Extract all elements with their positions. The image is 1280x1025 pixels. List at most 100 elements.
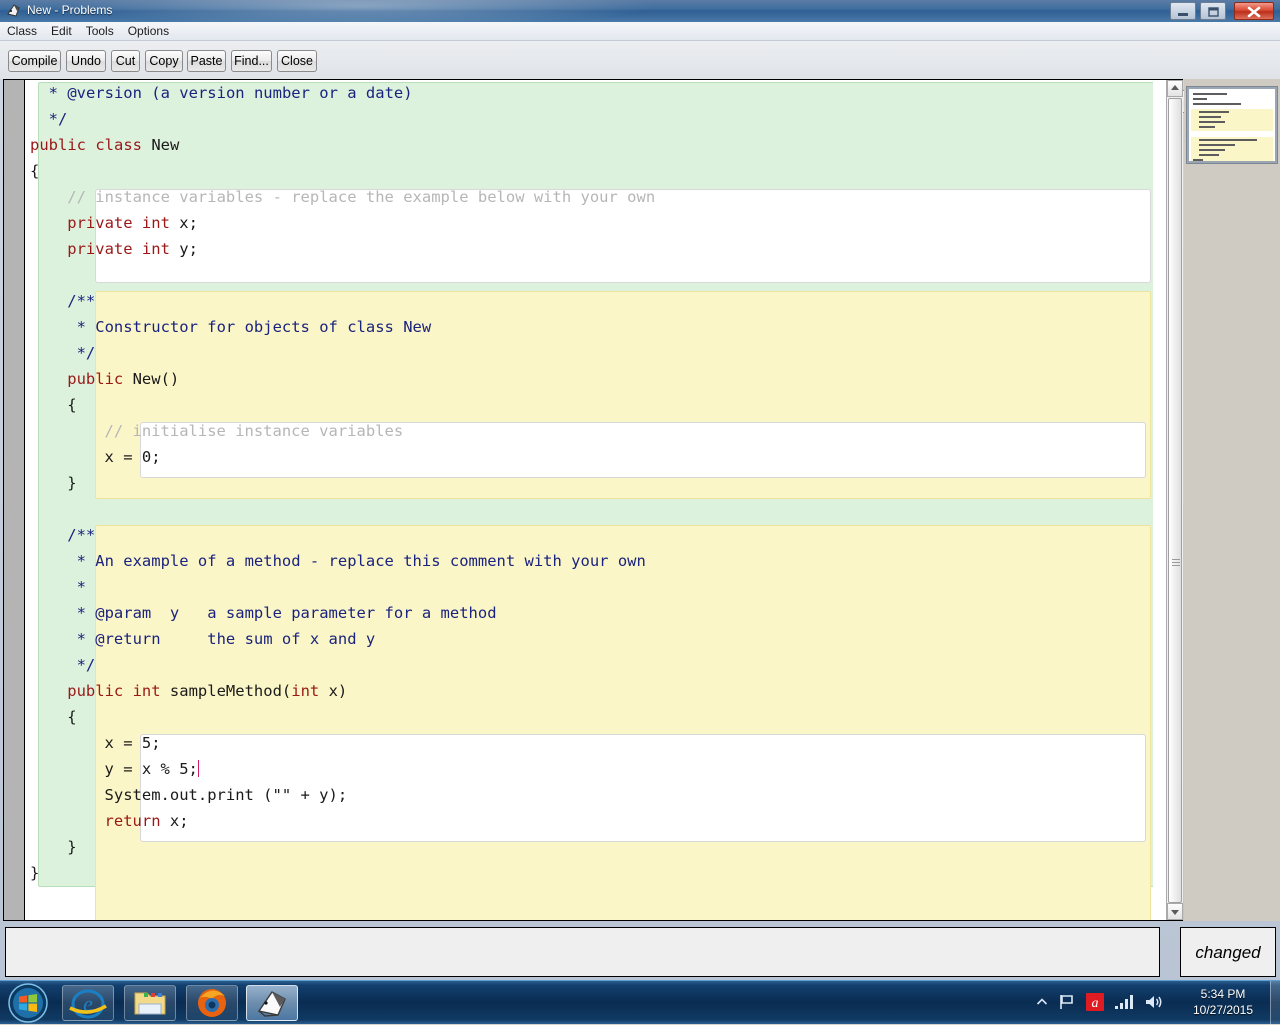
compile-button[interactable]: Compile [8, 50, 61, 72]
show-desktop-button[interactable] [1270, 981, 1280, 1025]
code-token: return [104, 812, 170, 830]
code-token: New() [132, 370, 180, 388]
code-token: sampleMethod( [169, 682, 292, 700]
title-bar-glow [60, 0, 660, 22]
code-line: { [26, 392, 1153, 418]
svg-text:a: a [1092, 996, 1099, 1011]
cut-button[interactable]: Cut [111, 50, 140, 72]
file-explorer-icon [134, 992, 166, 1015]
undo-button[interactable]: Undo [66, 50, 106, 72]
code-line: * @param y a sample parameter for a meth… [26, 600, 1153, 626]
find-button[interactable]: Find... [231, 50, 272, 72]
source-editor: * @version (a version number or a date) … [3, 79, 1183, 921]
close-editor-button[interactable]: Close [277, 50, 317, 72]
scrollbar-up-button[interactable] [1167, 80, 1183, 97]
windows-start-orb-icon[interactable] [2, 982, 54, 1024]
code-token: // instance variables - replace the exam… [67, 188, 656, 206]
taskbar-clock[interactable]: 5:34 PM 10/27/2015 [1180, 986, 1266, 1018]
breakpoint-gutter[interactable] [4, 80, 25, 920]
code-token: * @return the sum of x and y [67, 630, 376, 648]
code-line: x = 0; [26, 444, 1153, 470]
taskbar-item-file-explorer[interactable] [124, 985, 176, 1021]
code-token: */ [67, 344, 96, 362]
code-token: x = 5; [104, 734, 161, 752]
network-signal-icon[interactable] [1114, 994, 1134, 1010]
code-line: public New() [26, 366, 1153, 392]
code-lines: * @version (a version number or a date) … [26, 80, 1153, 886]
volume-speaker-icon[interactable] [1144, 993, 1164, 1011]
code-line: /** [26, 288, 1153, 314]
code-line: } [26, 834, 1153, 860]
code-line: x = 5; [26, 730, 1153, 756]
chevron-up-icon[interactable] [1036, 996, 1048, 1008]
close-button[interactable] [1234, 2, 1274, 20]
code-token: public int [67, 682, 170, 700]
scrollbar-down-button[interactable] [1167, 903, 1183, 920]
code-line: */ [26, 652, 1153, 678]
code-token: // initialise instance variables [104, 422, 404, 440]
code-token: } [30, 864, 40, 882]
code-line: } [26, 860, 1153, 886]
taskbar-item-bluej[interactable] [246, 985, 298, 1021]
copy-button[interactable]: Copy [145, 50, 183, 72]
minimize-button[interactable] [1170, 2, 1196, 20]
menu-item-edit[interactable]: Edit [44, 22, 79, 40]
code-token: y = x % 5; [104, 760, 198, 778]
code-token: int [291, 682, 329, 700]
avira-antivirus-icon[interactable]: a [1086, 993, 1104, 1011]
code-token: * Constructor for objects of class New [67, 318, 432, 336]
bluej-editor-window: New - Problems Class Edit Tools Options … [0, 0, 1280, 980]
code-line: private int x; [26, 210, 1153, 236]
code-token: public class [30, 136, 152, 154]
menu-bar: Class Edit Tools Options [0, 22, 1280, 41]
code-line: // instance variables - replace the exam… [26, 184, 1153, 210]
code-line: * @version (a version number or a date) [26, 80, 1153, 106]
code-line: y = x % 5; [26, 756, 1153, 782]
bluej-icon [257, 991, 286, 1017]
code-token: { [30, 162, 40, 180]
code-token: * [67, 578, 86, 596]
code-line: System.out.print ("" + y); [26, 782, 1153, 808]
code-line: return x; [26, 808, 1153, 834]
code-token: public [67, 370, 133, 388]
code-token: y; [179, 240, 198, 258]
text-caret [197, 760, 199, 777]
code-line: */ [26, 340, 1153, 366]
code-token: */ [67, 656, 96, 674]
code-line: // initialise instance variables [26, 418, 1153, 444]
menu-item-class[interactable]: Class [0, 22, 44, 40]
code-token: } [67, 474, 77, 492]
menu-item-tools[interactable]: Tools [79, 22, 121, 40]
code-token: x; [179, 214, 198, 232]
paste-button[interactable]: Paste [187, 50, 226, 72]
code-token: */ [39, 110, 68, 128]
code-token: * @param y a sample parameter for a meth… [67, 604, 497, 622]
restore-button[interactable] [1200, 2, 1226, 20]
code-line: public class New [26, 132, 1153, 158]
code-line: * @return the sum of x and y [26, 626, 1153, 652]
code-token: private int [67, 240, 180, 258]
code-text-area[interactable]: * @version (a version number or a date) … [26, 80, 1153, 920]
taskbar-item-internet-explorer[interactable]: e [62, 985, 114, 1021]
scrollbar-thumb[interactable] [1168, 98, 1182, 903]
windows-taskbar: e a 5:34 PM 10/27/2015 [0, 980, 1280, 1025]
code-token: /** [67, 292, 96, 310]
code-line: * An example of a method - replace this … [26, 548, 1153, 574]
code-token: @version (a version number or a date) [67, 84, 413, 102]
code-line: /** [26, 522, 1153, 548]
code-token: * [39, 84, 68, 102]
code-token: /** [67, 526, 96, 544]
action-center-flag-icon[interactable] [1058, 994, 1076, 1010]
code-line: private int y; [26, 236, 1153, 262]
naviview-thumbnail[interactable] [1187, 87, 1277, 163]
code-token: { [67, 708, 77, 726]
editor-vertical-scrollbar[interactable] [1166, 80, 1183, 920]
code-token: New [151, 136, 180, 154]
menu-item-options[interactable]: Options [121, 22, 176, 40]
internet-explorer-icon: e [69, 989, 107, 1019]
clock-date: 10/27/2015 [1192, 1003, 1254, 1017]
close-icon [1247, 6, 1261, 18]
title-bar[interactable]: New - Problems [0, 0, 1280, 22]
taskbar-item-firefox[interactable] [186, 985, 238, 1021]
